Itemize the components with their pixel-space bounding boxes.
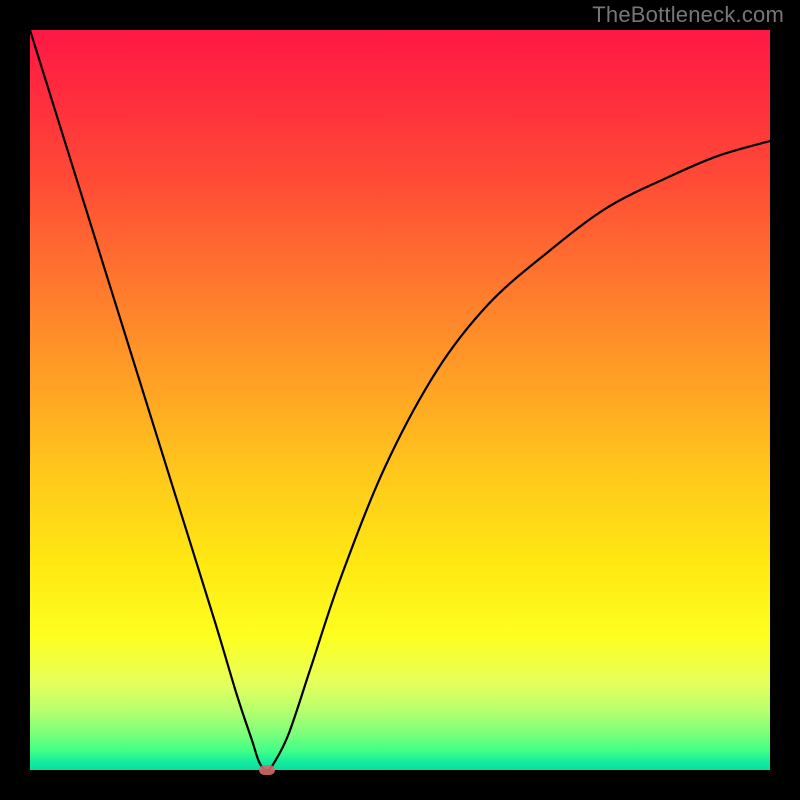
watermark-text: TheBottleneck.com bbox=[592, 2, 784, 28]
curve-path bbox=[30, 30, 770, 770]
plot-area bbox=[30, 30, 770, 770]
chart-frame: TheBottleneck.com bbox=[0, 0, 800, 800]
min-marker bbox=[259, 765, 275, 775]
bottleneck-curve bbox=[30, 30, 770, 770]
